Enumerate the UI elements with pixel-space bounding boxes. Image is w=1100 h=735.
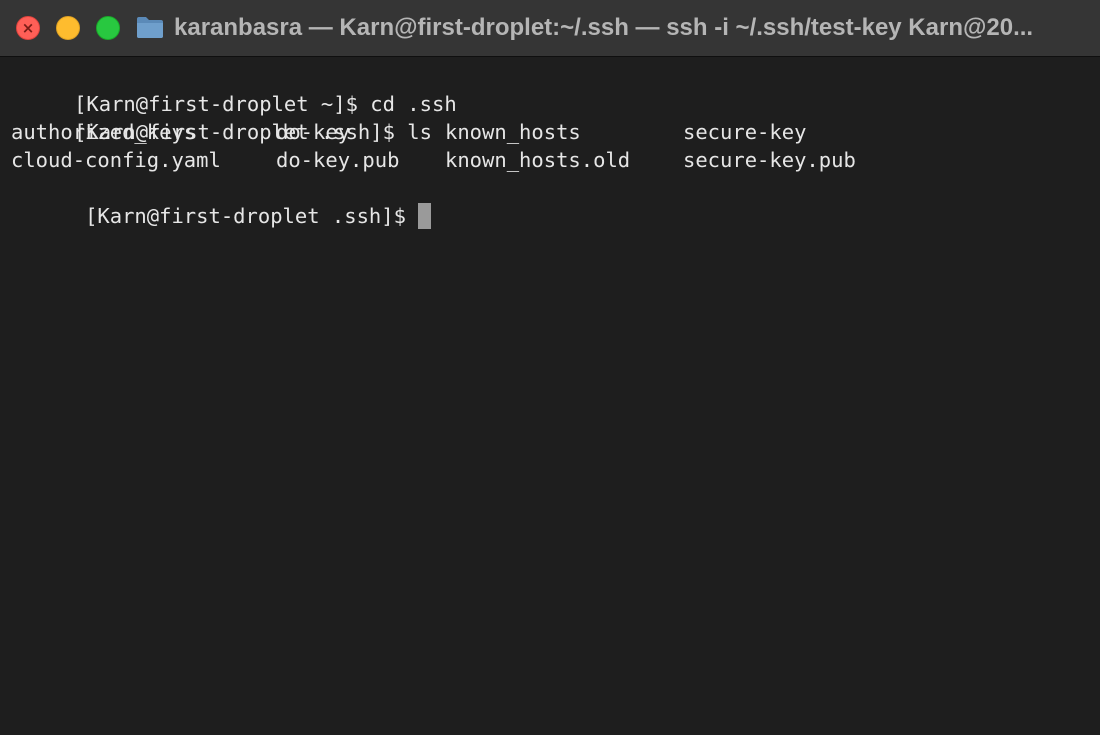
file-entry: do-key.pub — [276, 148, 400, 172]
terminal-output[interactable]: [Karn@first-droplet ~]$ cd .ssh [Karn@fi… — [0, 58, 1100, 735]
window-title: karanbasra — Karn@first-droplet:~/.ssh —… — [174, 14, 1034, 41]
folder-icon — [137, 17, 163, 38]
file-entry: do-key — [276, 120, 351, 144]
file-entry: authorized_keys — [11, 120, 197, 144]
close-icon: × — [21, 19, 35, 37]
text-cursor — [417, 203, 431, 229]
minimize-button[interactable] — [56, 16, 80, 40]
ls-output-row: cloud-config.yaml do-key.pub known_hosts… — [11, 146, 1011, 174]
zoom-button[interactable] — [96, 16, 120, 40]
file-entry: known_hosts — [445, 120, 581, 144]
title-bar[interactable]: × karanbasra — Karn@first-droplet:~/.ssh… — [0, 0, 1100, 57]
ls-output-row: authorized_keys do-key known_hosts secur… — [11, 118, 1011, 146]
terminal-window: × karanbasra — Karn@first-droplet:~/.ssh… — [0, 0, 1100, 735]
shell-prompt: [Karn@first-droplet .ssh]$ — [85, 204, 406, 228]
current-prompt-line[interactable]: [Karn@first-droplet .ssh]$ — [11, 174, 431, 229]
file-entry: secure-key — [683, 120, 807, 144]
command-line-cd: [Karn@first-droplet ~]$ cd .ssh — [0, 62, 457, 116]
close-button[interactable]: × — [16, 16, 40, 40]
file-entry: known_hosts.old — [445, 148, 631, 172]
file-entry: cloud-config.yaml — [11, 148, 221, 172]
command-line-ls: [Karn@first-droplet .ssh]$ ls — [0, 90, 432, 144]
file-entry: secure-key.pub — [683, 148, 856, 172]
